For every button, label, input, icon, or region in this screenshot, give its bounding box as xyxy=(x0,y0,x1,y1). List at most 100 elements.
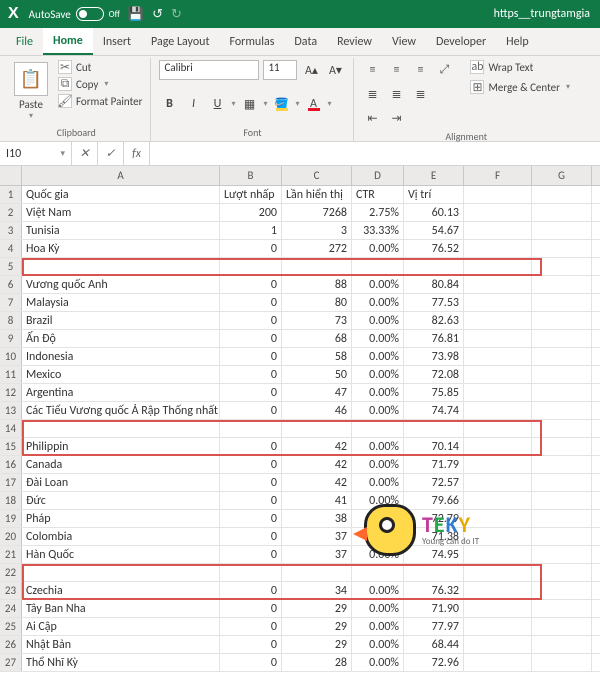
cell[interactable]: 75.85 xyxy=(404,384,464,401)
cell[interactable]: 50 xyxy=(282,366,352,383)
cell[interactable]: 47 xyxy=(282,384,352,401)
cell[interactable]: 0 xyxy=(220,474,282,491)
cell[interactable] xyxy=(464,474,532,491)
row-header[interactable]: 22 xyxy=(0,564,22,581)
row-header[interactable]: 23 xyxy=(0,582,22,599)
merge-center-button[interactable]: ⊞Merge & Center▾ xyxy=(470,80,570,94)
row-header[interactable]: 4 xyxy=(0,240,22,257)
cell[interactable] xyxy=(464,402,532,419)
cell[interactable] xyxy=(532,546,592,563)
cell[interactable]: 71.90 xyxy=(404,600,464,617)
cell[interactable]: 80.84 xyxy=(404,276,464,293)
cell[interactable]: Tây Ban Nha xyxy=(22,600,220,617)
italic-button[interactable]: I xyxy=(183,94,203,114)
tab-data[interactable]: Data xyxy=(284,28,327,55)
align-top-icon[interactable]: ≡ xyxy=(362,60,382,80)
cell[interactable]: 60.13 xyxy=(404,204,464,221)
tab-file[interactable]: File xyxy=(6,28,43,55)
cell[interactable]: 58 xyxy=(282,348,352,365)
cell[interactable]: Philippin xyxy=(22,438,220,455)
save-icon[interactable]: 💾 xyxy=(128,7,144,22)
cell[interactable]: 0 xyxy=(220,510,282,527)
cell[interactable]: Malaysia xyxy=(22,294,220,311)
cell[interactable]: 0 xyxy=(220,240,282,257)
cell[interactable]: 76.32 xyxy=(404,582,464,599)
cell[interactable] xyxy=(464,600,532,617)
cell[interactable] xyxy=(532,330,592,347)
cell[interactable]: 29 xyxy=(282,636,352,653)
cell[interactable] xyxy=(464,312,532,329)
cell[interactable] xyxy=(532,510,592,527)
cell[interactable]: Lượt nhấp xyxy=(220,186,282,203)
name-box[interactable]: I10 ▾ xyxy=(0,142,72,165)
cell[interactable]: 72.96 xyxy=(404,654,464,671)
cell[interactable]: 0 xyxy=(220,348,282,365)
cell[interactable] xyxy=(464,438,532,455)
cell[interactable]: 0.00% xyxy=(352,330,404,347)
font-color-button[interactable]: A xyxy=(304,94,324,114)
cell[interactable] xyxy=(464,186,532,203)
format-painter-button[interactable]: 🖌Format Painter xyxy=(58,94,142,108)
font-name-select[interactable]: Calibri xyxy=(159,60,259,80)
copy-button[interactable]: ⧉Copy▾ xyxy=(58,77,142,91)
cell[interactable] xyxy=(464,564,532,581)
font-size-select[interactable]: 11 xyxy=(263,60,297,80)
cell[interactable] xyxy=(22,258,220,275)
cell[interactable]: 0.00% xyxy=(352,456,404,473)
cell[interactable] xyxy=(404,564,464,581)
cell[interactable]: 1 xyxy=(220,222,282,239)
cell[interactable]: 0.00% xyxy=(352,654,404,671)
cell[interactable]: 42 xyxy=(282,438,352,455)
cell[interactable]: Đức xyxy=(22,492,220,509)
cell[interactable]: Tunisia xyxy=(22,222,220,239)
row-header[interactable]: 21 xyxy=(0,546,22,563)
cell[interactable]: 3 xyxy=(282,222,352,239)
cell[interactable] xyxy=(532,186,592,203)
cell[interactable] xyxy=(532,636,592,653)
cell[interactable]: 54.67 xyxy=(404,222,464,239)
cell[interactable]: 0 xyxy=(220,528,282,545)
cell[interactable]: Việt Nam xyxy=(22,204,220,221)
cell[interactable] xyxy=(532,204,592,221)
cell[interactable]: 76.52 xyxy=(404,240,464,257)
cell[interactable]: Pháp xyxy=(22,510,220,527)
tab-home[interactable]: Home xyxy=(43,28,93,55)
row-header[interactable]: 9 xyxy=(0,330,22,347)
row-header[interactable]: 26 xyxy=(0,636,22,653)
cell[interactable]: 0 xyxy=(220,546,282,563)
col-E[interactable]: E xyxy=(404,166,464,185)
cell[interactable] xyxy=(532,402,592,419)
cell[interactable] xyxy=(532,240,592,257)
cell[interactable] xyxy=(464,276,532,293)
cell[interactable]: 0.00% xyxy=(352,276,404,293)
align-right-icon[interactable]: ≣ xyxy=(410,84,430,104)
cell[interactable]: 0 xyxy=(220,600,282,617)
cell[interactable] xyxy=(352,420,404,437)
cell[interactable]: Czechia xyxy=(22,582,220,599)
cell[interactable]: 0 xyxy=(220,438,282,455)
bold-button[interactable]: B xyxy=(159,94,179,114)
cell[interactable]: 0.00% xyxy=(352,312,404,329)
row-header[interactable]: 20 xyxy=(0,528,22,545)
tab-review[interactable]: Review xyxy=(327,28,382,55)
cell[interactable] xyxy=(464,582,532,599)
row-header[interactable]: 1 xyxy=(0,186,22,203)
cell[interactable]: Indonesia xyxy=(22,348,220,365)
fill-color-button[interactable]: 🪣 xyxy=(272,94,292,114)
cell[interactable] xyxy=(532,276,592,293)
cell[interactable]: 72.08 xyxy=(404,366,464,383)
cell[interactable] xyxy=(532,456,592,473)
col-C[interactable]: C xyxy=(282,166,352,185)
cell[interactable]: 0.00% xyxy=(352,402,404,419)
cell[interactable]: 77.53 xyxy=(404,294,464,311)
cell[interactable]: 0 xyxy=(220,402,282,419)
col-A[interactable]: A xyxy=(22,166,220,185)
cell[interactable]: 0 xyxy=(220,312,282,329)
col-D[interactable]: D xyxy=(352,166,404,185)
cell[interactable]: 0.00% xyxy=(352,384,404,401)
cell[interactable] xyxy=(404,420,464,437)
cell[interactable]: 0.00% xyxy=(352,618,404,635)
cell[interactable] xyxy=(532,582,592,599)
cell[interactable] xyxy=(282,564,352,581)
cell[interactable] xyxy=(220,258,282,275)
